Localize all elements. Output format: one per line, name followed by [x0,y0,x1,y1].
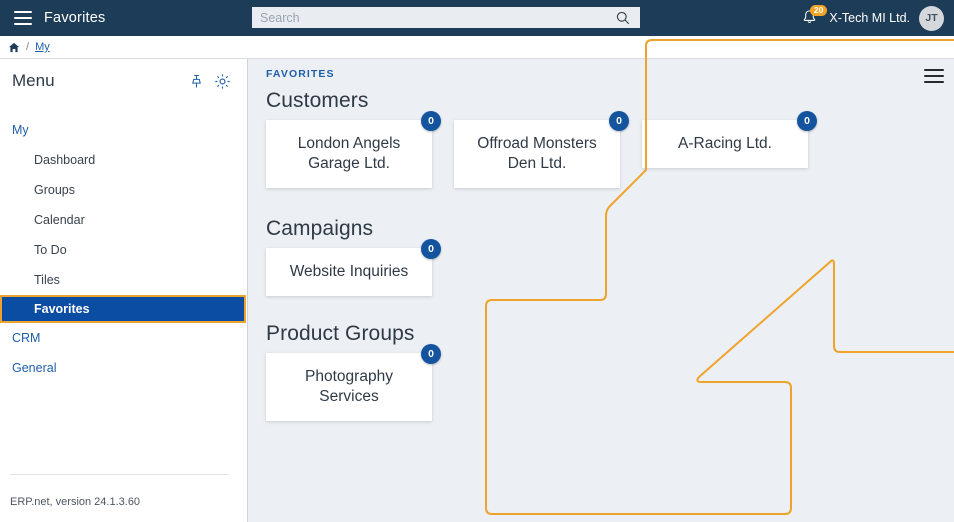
favorite-card-title: Photography Services [278,367,420,407]
favorite-card-title: London Angels Garage Ltd. [278,134,420,174]
favorite-card[interactable]: Offroad Monsters Den Ltd.0 [454,120,620,188]
search-box[interactable] [252,7,640,28]
list-view-icon[interactable] [924,68,944,84]
sidebar-item-label: Tiles [34,273,60,287]
favorites-group: Product Groups Photography Services0 [266,322,432,421]
top-bar: Favorites 20 X-Tech MI Ltd. JT [0,0,954,36]
page-title: Favorites [44,10,105,26]
hamburger-icon[interactable] [14,11,32,25]
sidebar-item-crm[interactable]: CRM [0,323,247,353]
favorite-card[interactable]: A-Racing Ltd.0 [642,120,808,168]
favorite-card[interactable]: Photography Services0 [266,353,432,421]
app-root: Favorites 20 X-Tech MI Ltd. JT [0,0,954,522]
bell-icon[interactable]: 20 [800,8,820,28]
organization-name: X-Tech MI Ltd. [829,11,910,25]
sidebar-item-label: Calendar [34,213,85,227]
search-input[interactable] [252,7,616,28]
breadcrumb: / My [0,36,954,59]
sidebar-item-label: General [12,361,56,375]
sidebar-item-favorites[interactable]: Favorites [0,295,246,323]
notification-count-badge: 20 [810,5,826,16]
favorites-group: CustomersLondon Angels Garage Ltd.0Offro… [266,89,808,188]
sidebar-item-label: To Do [34,243,67,257]
section-label: FAVORITES [266,68,335,80]
menu-title: Menu [12,71,183,91]
favorite-card-title: Offroad Monsters Den Ltd. [466,134,608,174]
card-row: Website Inquiries0 [266,248,432,296]
favorite-card-badge: 0 [421,239,441,259]
sidebar: Menu My Dashboard Groups Calendar To Do Tiles… [0,59,248,522]
sidebar-item-label: Groups [34,183,75,197]
favorite-card-badge: 0 [421,111,441,131]
sidebar-item-label: Dashboard [34,153,95,167]
sidebar-item-my[interactable]: My [0,115,247,145]
avatar[interactable]: JT [919,6,944,31]
sidebar-item-dashboard[interactable]: Dashboard [0,145,247,175]
sidebar-footer: ERP.net, version 24.1.3.60 [0,474,247,522]
version-label: ERP.net, version 24.1.3.60 [10,496,247,508]
group-title: Customers [266,89,808,113]
favorite-card-badge: 0 [797,111,817,131]
footer-divider [10,474,228,475]
favorite-card-badge: 0 [421,344,441,364]
search-icon[interactable] [616,11,636,25]
menu-header: Menu [0,63,247,99]
pin-icon[interactable] [183,74,209,89]
sidebar-item-general[interactable]: General [0,353,247,383]
favorite-card-title: Website Inquiries [278,262,420,282]
sidebar-item-calendar[interactable]: Calendar [0,205,247,235]
favorite-card[interactable]: London Angels Garage Ltd.0 [266,120,432,188]
breadcrumb-item-my[interactable]: My [35,41,50,53]
top-bar-right: 20 X-Tech MI Ltd. JT [800,0,944,36]
sidebar-item-label: Favorites [34,302,90,316]
home-icon[interactable] [8,42,20,53]
sidebar-nav: My Dashboard Groups Calendar To Do Tiles Favor… [0,115,247,383]
favorite-card-title: A-Racing Ltd. [654,134,796,154]
sidebar-item-label: CRM [12,331,40,345]
sidebar-item-to-do[interactable]: To Do [0,235,247,265]
group-title: Product Groups [266,322,432,346]
sidebar-item-tiles[interactable]: Tiles [0,265,247,295]
sidebar-item-label: My [12,123,29,137]
main-content: FAVORITES Customers London Angels Garage … [248,59,954,522]
sidebar-item-groups[interactable]: Groups [0,175,247,205]
breadcrumb-separator: / [26,41,29,53]
card-row: London Angels Garage Ltd.0 Offroad Monste… [266,120,808,188]
group-title: Campaigns [266,217,432,241]
favorites-group: Campaigns Website Inquiries0 [266,217,432,296]
gear-icon[interactable] [209,73,235,90]
favorite-card-badge: 0 [609,111,629,131]
card-row: Photography Services0 [266,353,432,421]
favorite-card[interactable]: Website Inquiries0 [266,248,432,296]
